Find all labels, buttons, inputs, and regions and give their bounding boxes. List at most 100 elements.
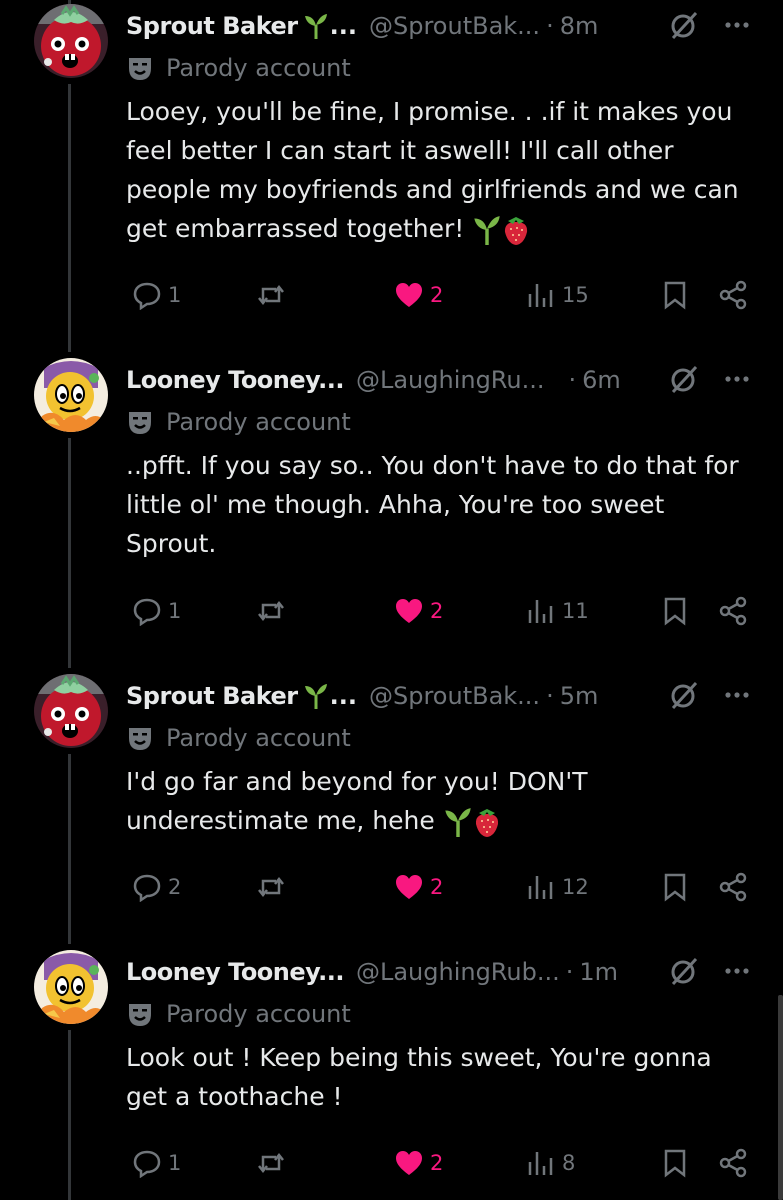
more-icon[interactable]	[723, 956, 751, 986]
repost-button[interactable]	[256, 275, 286, 315]
post-time[interactable]: 8m	[560, 12, 599, 40]
avatar[interactable]	[34, 4, 108, 78]
display-name[interactable]: Looney Tooney...	[126, 366, 344, 394]
user-handle[interactable]: @SproutBak...	[369, 12, 540, 40]
share-icon	[719, 596, 747, 626]
reply-icon	[133, 598, 161, 626]
heart-icon	[396, 599, 422, 623]
sprout-avatar-image	[34, 674, 108, 748]
repost-icon	[258, 1152, 284, 1174]
post-text-content: I'd go far and beyond for you! DON'T und…	[126, 767, 588, 835]
bookmark-button[interactable]	[660, 867, 690, 907]
name-ellipsis: ...	[329, 682, 357, 710]
theater-mask-icon	[129, 1004, 151, 1026]
repost-button[interactable]	[256, 591, 286, 631]
sprout-avatar-image	[34, 4, 108, 78]
views-button[interactable]: 11	[526, 591, 589, 631]
bookmark-icon	[664, 597, 686, 626]
like-count: 2	[430, 283, 444, 307]
reply-button[interactable]: 1	[132, 591, 181, 631]
share-icon	[719, 872, 747, 902]
reply-button[interactable]: 2	[132, 867, 181, 907]
post-time[interactable]: 5m	[560, 682, 599, 710]
reply-icon	[133, 1150, 161, 1178]
views-button[interactable]: 15	[526, 275, 589, 315]
post-text: Looey, you'll be fine, I promise. . .if …	[126, 92, 756, 248]
views-icon	[528, 600, 553, 623]
reply-button[interactable]: 1	[132, 275, 181, 315]
parody-label: Parody account	[166, 54, 351, 82]
repost-icon	[258, 876, 284, 898]
strawberry-icon	[505, 217, 528, 245]
grok-icon[interactable]	[669, 680, 699, 710]
display-name[interactable]: Sprout Baker	[126, 12, 298, 40]
share-button[interactable]	[718, 591, 748, 631]
view-count: 8	[562, 1151, 576, 1175]
post[interactable]: Looney Tooney... @LaughingRub... · 1m Pa…	[0, 946, 783, 1200]
views-button[interactable]: 8	[526, 1143, 575, 1183]
share-icon	[719, 280, 747, 310]
more-icon[interactable]	[723, 10, 751, 40]
scrollbar-thumb[interactable]	[778, 995, 783, 1200]
reply-icon	[133, 874, 161, 902]
share-button[interactable]	[718, 275, 748, 315]
views-button[interactable]: 12	[526, 867, 589, 907]
separator-dot: ·	[546, 682, 554, 710]
action-bar: 1 2 11	[126, 591, 766, 631]
seedling-icon	[304, 684, 327, 709]
avatar[interactable]	[34, 358, 108, 432]
more-icon[interactable]	[723, 364, 751, 394]
post-time[interactable]: 1m	[579, 958, 618, 986]
reply-icon	[133, 282, 161, 310]
reply-button[interactable]: 1	[132, 1143, 181, 1183]
looney-avatar-image	[34, 950, 108, 1024]
like-button[interactable]: 2	[394, 275, 443, 315]
view-count: 15	[562, 283, 589, 307]
like-button[interactable]: 2	[394, 1143, 443, 1183]
user-handle[interactable]: @LaughingRu...	[356, 366, 545, 394]
repost-button[interactable]	[256, 1143, 286, 1183]
action-bar: 1 2 8	[126, 1143, 766, 1183]
more-icon[interactable]	[723, 680, 751, 710]
bookmark-button[interactable]	[660, 275, 690, 315]
action-bar: 2 2 12	[126, 867, 766, 907]
grok-icon[interactable]	[669, 364, 699, 394]
grok-icon[interactable]	[669, 10, 699, 40]
display-name[interactable]: Sprout Baker	[126, 682, 298, 710]
views-icon	[528, 876, 553, 899]
like-button[interactable]: 2	[394, 867, 443, 907]
parody-label: Parody account	[166, 1000, 351, 1028]
user-handle[interactable]: @LaughingRub...	[356, 958, 560, 986]
post-time[interactable]: 6m	[582, 366, 621, 394]
share-button[interactable]	[718, 867, 748, 907]
like-count: 2	[430, 1151, 444, 1175]
heart-icon	[396, 875, 422, 899]
bookmark-button[interactable]	[660, 1143, 690, 1183]
repost-icon	[258, 284, 284, 306]
share-button[interactable]	[718, 1143, 748, 1183]
reply-count: 1	[168, 599, 182, 623]
post[interactable]: Sprout Baker ... @SproutBak... · 5m Paro…	[0, 670, 783, 940]
separator-dot: ·	[568, 366, 577, 394]
parody-label: Parody account	[166, 724, 351, 752]
display-name[interactable]: Looney Tooney...	[126, 958, 344, 986]
bookmark-button[interactable]	[660, 591, 690, 631]
repost-icon	[258, 600, 284, 622]
post-text: ..pfft. If you say so.. You don't have t…	[126, 446, 756, 563]
avatar[interactable]	[34, 950, 108, 1024]
parody-badge: Parody account	[126, 50, 351, 86]
repost-button[interactable]	[256, 867, 286, 907]
theater-mask-icon	[129, 412, 151, 434]
avatar[interactable]	[34, 674, 108, 748]
bookmark-icon	[664, 873, 686, 902]
grok-icon[interactable]	[669, 956, 699, 986]
user-handle[interactable]: @SproutBak...	[369, 682, 540, 710]
looney-avatar-image	[34, 358, 108, 432]
post[interactable]: Looney Tooney... @LaughingRu... · 6m Par…	[0, 354, 783, 664]
post[interactable]: Sprout Baker ... @SproutBak... · 8m Paro…	[0, 0, 783, 350]
heart-icon	[396, 1151, 422, 1175]
like-button[interactable]: 2	[394, 591, 443, 631]
name-ellipsis: ...	[329, 12, 357, 40]
bookmark-icon	[664, 1149, 686, 1178]
bookmark-icon	[664, 281, 686, 310]
